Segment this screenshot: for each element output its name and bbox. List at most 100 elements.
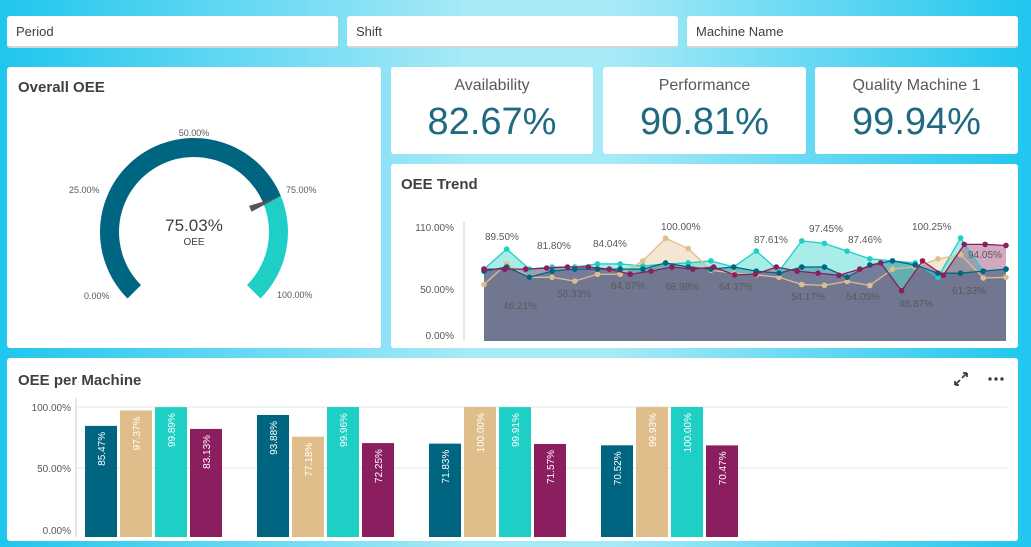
trend-point [794, 268, 800, 274]
trend-point [980, 275, 987, 281]
machine-name-filter-label: Machine Name [696, 24, 784, 39]
trend-point [481, 266, 487, 272]
oee-gauge: 75.03% OEE 0.00% 25.00% 50.00% 75.00% 10… [69, 128, 317, 301]
performance-label: Performance [658, 77, 751, 94]
trend-point [549, 268, 555, 274]
shift-filter[interactable]: Shift [347, 16, 678, 48]
oee-per-machine-chart: 100.00% 50.00% 0.00% 85.47% 93.88% 71.83% 7… [32, 398, 1007, 537]
trend-point [662, 260, 669, 266]
machine-name-filter[interactable]: Machine Name [687, 16, 1018, 48]
trend-point [912, 262, 919, 268]
machine-bar-label: 99.93% [648, 413, 659, 447]
oee-per-machine-panel: OEE per Machine 100.00% 50.00% 0.00% 85.… [7, 358, 1018, 541]
machine-bar-label: 71.57% [546, 450, 557, 484]
trend-point [481, 281, 487, 288]
oee-trend-chart: 110.00% 50.00% 0.00% 89.50% 46.21% 81.80… [415, 222, 1009, 342]
trend-point [594, 261, 601, 267]
trend-point [731, 272, 738, 278]
period-filter-label: Period [16, 24, 54, 39]
gauge-label-75: 75.00% [286, 185, 317, 195]
bar-ytick-0: 0.00% [43, 526, 71, 537]
trend-point [940, 272, 947, 279]
gauge-label-100: 100.00% [277, 290, 313, 300]
trend-point [1003, 242, 1009, 249]
quality-label: Quality Machine 1 [852, 77, 981, 94]
trend-point-label: 48.87% [899, 299, 933, 310]
trend-point [815, 270, 821, 276]
trend-point [640, 266, 646, 272]
trend-point [522, 266, 529, 272]
machine-bar-label: 85.47% [97, 432, 108, 466]
trend-point [564, 264, 571, 270]
trend-point-label: 54.17% [791, 292, 825, 303]
trend-point [685, 245, 692, 252]
trend-point [571, 278, 578, 284]
trend-point-label: 94.05% [968, 250, 1002, 261]
trend-ytick-50: 50.00% [420, 285, 454, 296]
trend-point [821, 264, 828, 270]
trend-point [1003, 266, 1009, 272]
trend-point [957, 270, 964, 276]
trend-point [752, 271, 759, 278]
trend-point [935, 256, 941, 262]
trend-point-label: 84.04% [593, 239, 627, 250]
machine-bar-label: 77.18% [304, 443, 315, 477]
trend-point [877, 260, 884, 266]
trend-point-label: 46.21% [503, 301, 537, 312]
machine-bar-label: 83.13% [202, 435, 213, 469]
trend-point [710, 264, 717, 270]
trend-point [730, 264, 737, 270]
trend-point [836, 272, 842, 279]
trend-point [669, 264, 675, 270]
trend-point [844, 248, 850, 254]
machine-bar-label: 71.83% [441, 450, 452, 484]
trend-point-label: 58.33% [557, 289, 591, 300]
trend-point [503, 246, 510, 252]
trend-point [982, 241, 988, 248]
trend-point-label: 100.00% [661, 222, 701, 233]
trend-point [957, 235, 964, 241]
trend-point [898, 287, 905, 294]
trend-point [1003, 274, 1009, 281]
trend-point [708, 258, 714, 264]
trend-point [867, 256, 873, 262]
machine-bar-label: 70.52% [613, 451, 624, 485]
trend-point [889, 266, 896, 272]
trend-point [889, 258, 896, 264]
period-filter[interactable]: Period [7, 16, 338, 48]
quality-kpi: Quality Machine 1 99.94% [815, 67, 1018, 154]
trend-point-label: 68.98% [665, 282, 699, 293]
gauge-label-25: 25.00% [69, 185, 100, 195]
trend-point [690, 266, 696, 272]
trend-point-label: 87.61% [754, 235, 788, 246]
trend-point-label: 54.05% [846, 292, 880, 303]
trend-point [867, 282, 873, 289]
trend-point [502, 266, 508, 272]
trend-point [821, 240, 828, 247]
trend-point [526, 274, 533, 281]
overall-oee-panel: Overall OEE 75.03% OEE 0.00% 25.00% 50.0… [7, 67, 381, 348]
trend-point [549, 274, 555, 281]
trend-point [662, 235, 669, 242]
gauge-value-label: OEE [183, 237, 204, 248]
bar-ytick-50: 50.00% [37, 464, 71, 475]
gauge-remaining-arc [247, 196, 288, 299]
trend-point-label: 89.50% [485, 232, 519, 243]
trend-point [594, 271, 601, 278]
trend-point [919, 258, 926, 264]
trend-point [585, 264, 592, 270]
trend-point [798, 264, 805, 270]
machine-bar-label: 97.37% [132, 416, 143, 450]
trend-point [773, 264, 780, 270]
trend-point [627, 271, 633, 278]
trend-point [844, 274, 850, 281]
trend-point [798, 281, 805, 288]
trend-point-label: 100.25% [912, 222, 952, 233]
machine-bar-label: 72.25% [374, 449, 385, 483]
shift-filter-label: Shift [356, 24, 383, 39]
trend-point-label: 81.80% [537, 241, 571, 252]
performance-kpi: Performance 90.81% [603, 67, 806, 154]
machine-bar-label: 99.91% [511, 413, 522, 447]
trend-point [617, 261, 623, 267]
trend-point [606, 266, 613, 272]
